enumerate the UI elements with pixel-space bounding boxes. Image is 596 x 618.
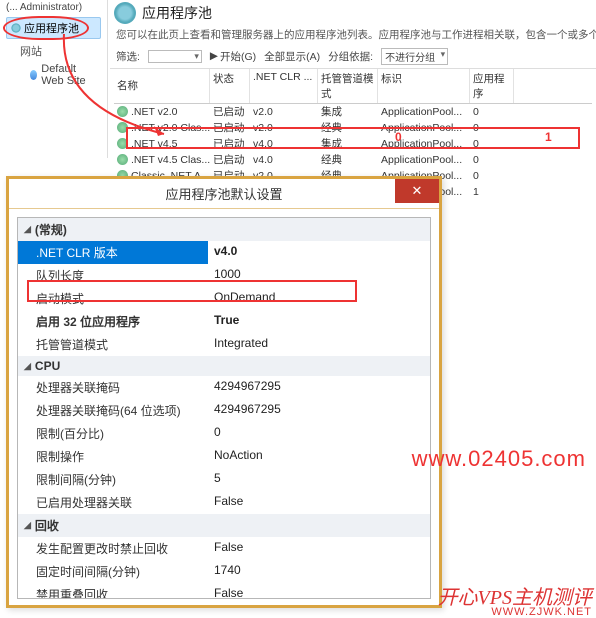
- property-row[interactable]: 启用 32 位应用程序True: [18, 310, 430, 333]
- pool-row-icon: [117, 138, 128, 149]
- property-row[interactable]: 队列长度1000: [18, 264, 430, 287]
- property-grid: ◢(常规) .NET CLR 版本v4.0队列长度1000启动模式OnDeman…: [17, 217, 431, 599]
- property-row[interactable]: 已启用处理器关联False: [18, 491, 430, 514]
- col-pipe[interactable]: 托管管道模式: [318, 69, 378, 103]
- start-button[interactable]: ▶ 开始(G): [210, 49, 256, 64]
- dialog-titlebar: 应用程序池默认设置 ✕: [9, 179, 439, 209]
- grid-header: 名称 状态 .NET CLR ... 托管管道模式 标识 应用程序: [114, 69, 592, 104]
- property-row[interactable]: 限制(百分比)0: [18, 422, 430, 445]
- section-recycle[interactable]: ◢回收: [18, 514, 430, 537]
- property-row[interactable]: 处理器关联掩码(64 位选项)4294967295: [18, 399, 430, 422]
- property-row[interactable]: 启动模式OnDemand: [18, 287, 430, 310]
- property-row[interactable]: 发生配置更改时禁止回收False: [18, 537, 430, 560]
- annotation-mark-1: 1: [545, 130, 552, 144]
- section-general[interactable]: ◢(常规): [18, 218, 430, 241]
- page-title: 应用程序池: [142, 3, 212, 23]
- property-row[interactable]: 固定时间间隔(分钟)1740: [18, 560, 430, 583]
- filter-select[interactable]: [148, 50, 202, 63]
- property-row[interactable]: 禁用重叠回收False: [18, 583, 430, 599]
- table-row[interactable]: .NET v4.5已启动v4.0集成ApplicationPool...0: [114, 136, 592, 152]
- annotation-mark-0: 0: [395, 130, 402, 144]
- dialog-title-text: 应用程序池默认设置: [165, 184, 282, 203]
- tree-sites[interactable]: 网站: [0, 41, 107, 61]
- table-row[interactable]: .NET v2.0 Clas...已启动v2.0经典ApplicationPoo…: [114, 120, 592, 136]
- showall-button[interactable]: 全部显示(A): [264, 49, 320, 64]
- site-icon: [30, 70, 37, 80]
- collapse-icon: ◢: [24, 224, 31, 235]
- col-name[interactable]: 名称: [114, 69, 210, 103]
- iis-window: (... Administrator) 应用程序池 网站 Default Web…: [0, 0, 596, 158]
- property-row[interactable]: .NET CLR 版本v4.0: [18, 241, 430, 264]
- property-row[interactable]: 处理器关联掩码4294967295: [18, 376, 430, 399]
- watermark-sub: WWW.ZJWK.NET: [491, 606, 592, 618]
- table-row[interactable]: .NET v2.0已启动v2.0集成ApplicationPool...0: [114, 104, 592, 120]
- filter-label: 筛选:: [116, 49, 140, 64]
- pool-row-icon: [117, 106, 128, 117]
- watermark-url: www.02405.com: [412, 446, 586, 472]
- collapse-icon: ◢: [24, 361, 31, 372]
- property-row[interactable]: 托管管道模式Integrated: [18, 333, 430, 356]
- col-apps[interactable]: 应用程序: [470, 69, 514, 103]
- pool-row-icon: [117, 154, 128, 165]
- groupby-label: 分组依据:: [328, 49, 373, 64]
- content-pane: 应用程序池 您可以在此页上查看和管理服务器上的应用程序池列表。应用程序池与工作进…: [110, 0, 596, 158]
- tree-app-pools[interactable]: 应用程序池: [6, 17, 101, 39]
- property-row[interactable]: 限制间隔(分钟)5: [18, 468, 430, 491]
- tree-root[interactable]: (... Administrator): [0, 0, 107, 15]
- collapse-icon: ◢: [24, 520, 31, 531]
- tree-default-site[interactable]: Default Web Site: [0, 61, 107, 89]
- col-clr[interactable]: .NET CLR ...: [250, 69, 318, 103]
- tree-panel: (... Administrator) 应用程序池 网站 Default Web…: [0, 0, 108, 158]
- page-description: 您可以在此页上查看和管理服务器上的应用程序池列表。应用程序池与工作进程相关联，包…: [110, 26, 596, 45]
- pool-row-icon: [117, 122, 128, 133]
- close-button[interactable]: ✕: [395, 179, 439, 203]
- toolbar: 筛选: ▶ 开始(G) 全部显示(A) 分组依据: 不进行分组: [110, 45, 596, 69]
- property-row[interactable]: 限制操作NoAction: [18, 445, 430, 468]
- defaults-dialog: 应用程序池默认设置 ✕ ◢(常规) .NET CLR 版本v4.0队列长度100…: [6, 176, 442, 608]
- tree-site-label: Default Web Site: [41, 63, 101, 87]
- pool-icon: [11, 23, 21, 33]
- tree-sel-label: 应用程序池: [24, 20, 79, 36]
- pool-title-icon: [114, 2, 136, 24]
- table-row[interactable]: .NET v4.5 Clas...已启动v4.0经典ApplicationPoo…: [114, 152, 592, 168]
- col-identity[interactable]: 标识: [378, 69, 470, 103]
- section-cpu[interactable]: ◢CPU: [18, 356, 430, 376]
- col-state[interactable]: 状态: [210, 69, 250, 103]
- groupby-select[interactable]: 不进行分组: [381, 48, 448, 65]
